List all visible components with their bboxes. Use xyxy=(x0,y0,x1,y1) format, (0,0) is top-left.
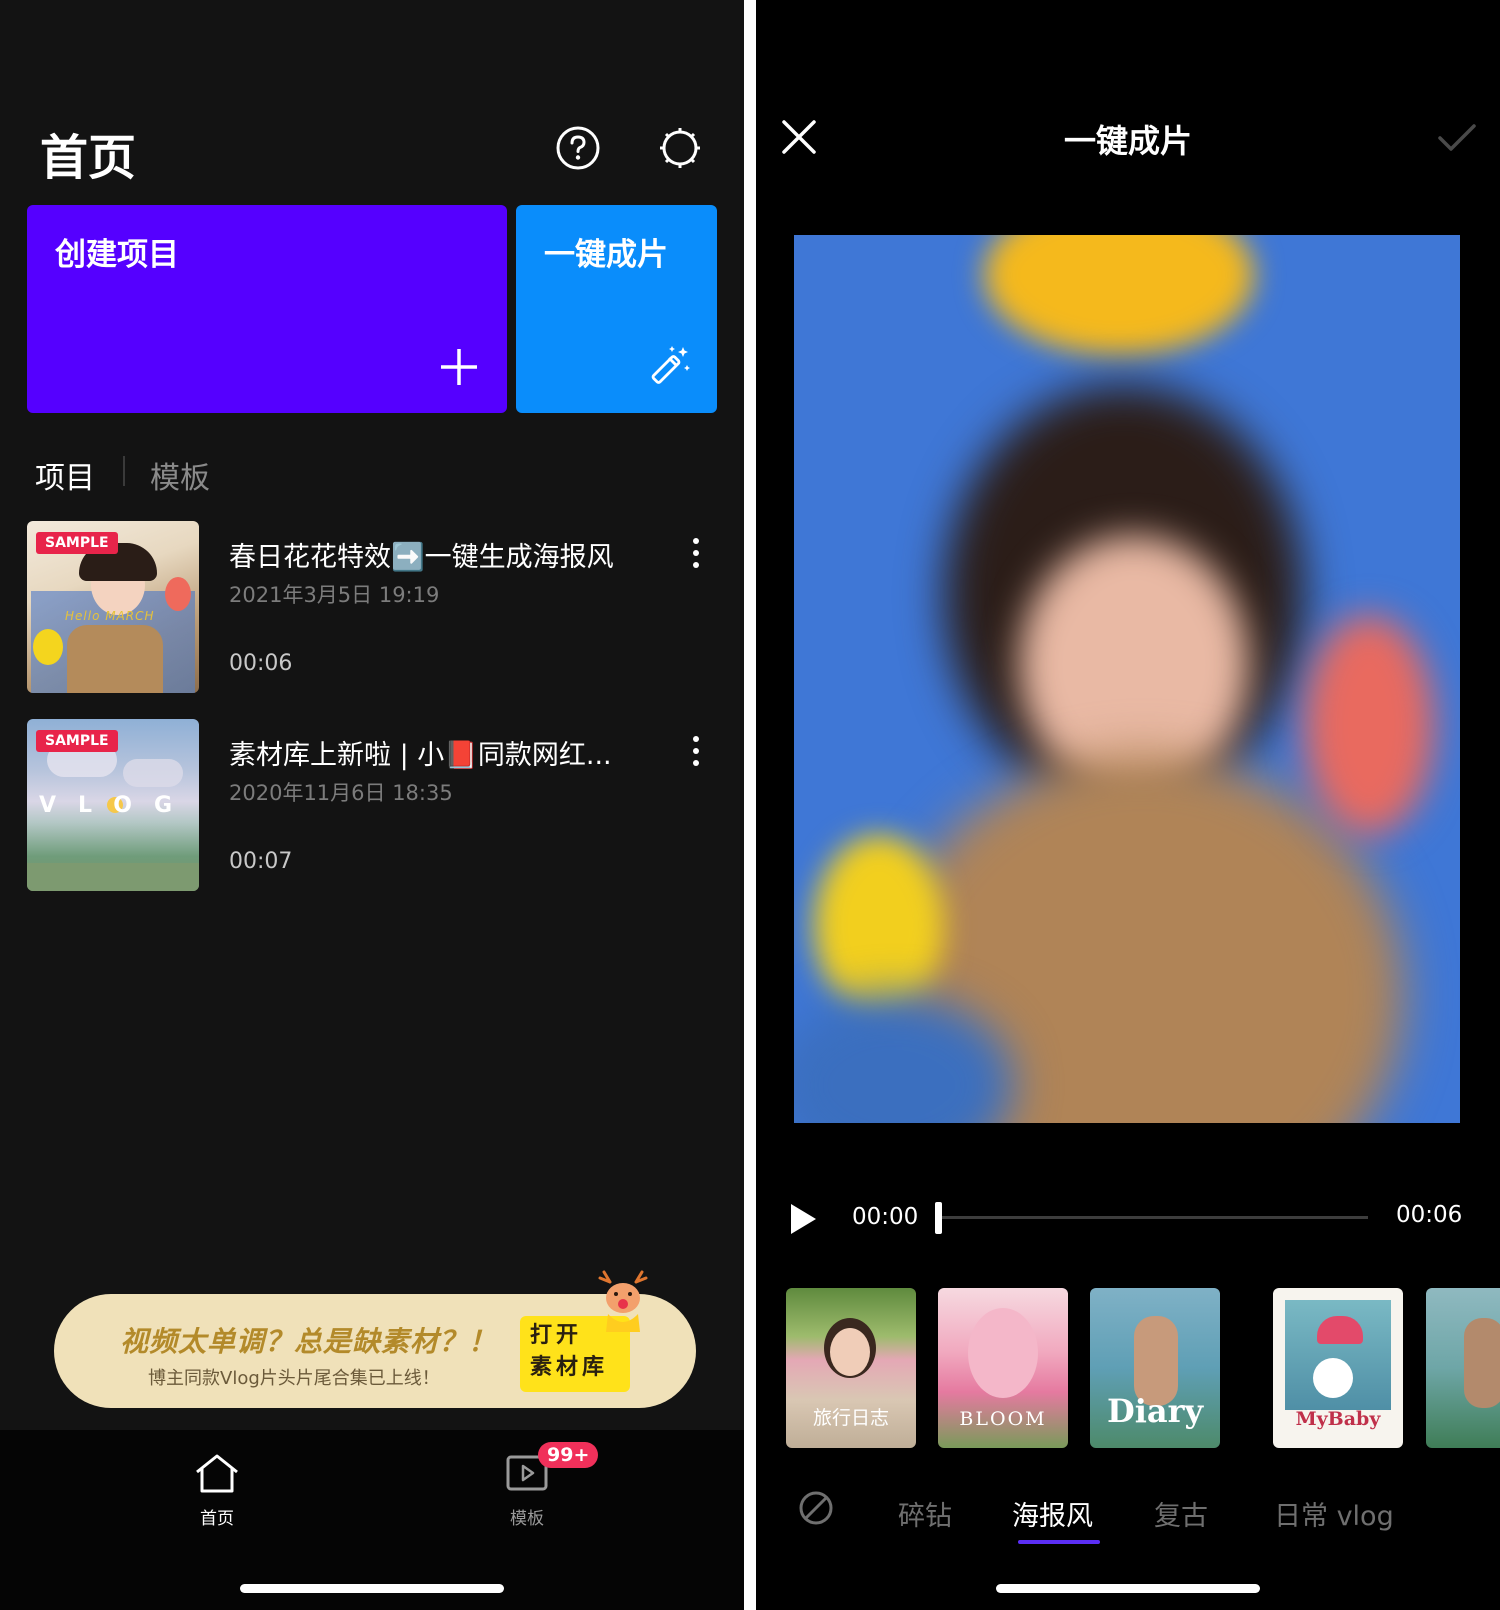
page-title: 首页 xyxy=(40,130,137,186)
template-thumb[interactable] xyxy=(1426,1288,1500,1448)
editor-title: 一键成片 xyxy=(1063,122,1192,160)
total-time: 00:06 xyxy=(1396,1202,1463,1228)
video-preview[interactable] xyxy=(794,235,1460,1123)
quick-create-label: 一键成片 xyxy=(544,237,668,273)
sample-badge: SAMPLE xyxy=(36,532,118,554)
bottom-nav: 首页 模板 99+ xyxy=(0,1430,744,1610)
nav-templates-label: 模板 xyxy=(510,1509,544,1529)
project-row[interactable]: Hello MARCH SAMPLE 春日花花特效➡️一键生成海报风 2021年… xyxy=(0,521,744,693)
portrait-face xyxy=(830,1328,870,1376)
template-caption: MyBaby xyxy=(1295,1408,1381,1430)
tab-sparkle[interactable]: 碎钻 xyxy=(898,1494,952,1533)
template-thumb[interactable]: BLOOM xyxy=(938,1288,1068,1448)
more-options-icon[interactable] xyxy=(686,538,706,574)
thumb-caption: VLOG xyxy=(39,793,195,818)
progress-knob[interactable] xyxy=(935,1202,942,1234)
project-thumbnail: VLOG SAMPLE xyxy=(27,719,199,891)
progress-track[interactable] xyxy=(937,1216,1368,1219)
tulip-shape xyxy=(968,1308,1038,1398)
current-time: 00:00 xyxy=(852,1204,919,1230)
dog-shape xyxy=(1313,1358,1353,1398)
yellow-tulip-blur xyxy=(814,835,944,1015)
tab-poster[interactable]: 海报风 xyxy=(1012,1494,1093,1533)
figure-shape xyxy=(1464,1318,1500,1408)
more-options-icon[interactable] xyxy=(686,736,706,772)
banner-subline: 博主同款Vlog片头片尾合集已上线！ xyxy=(148,1368,440,1389)
tab-templates[interactable]: 模板 xyxy=(150,453,210,497)
template-caption: 旅行日志 xyxy=(812,1407,889,1429)
notification-badge: 99+ xyxy=(538,1442,599,1468)
cap-shape xyxy=(1317,1316,1363,1344)
yellow-tulip xyxy=(33,629,63,665)
thumb-caption: Hello MARCH xyxy=(65,609,155,623)
template-thumb[interactable]: Diary xyxy=(1090,1288,1220,1448)
grass-field xyxy=(27,863,199,891)
project-date: 2021年3月5日 19:19 xyxy=(229,583,440,607)
tab-divider xyxy=(123,456,125,486)
project-thumbnail: Hello MARCH SAMPLE xyxy=(27,521,199,693)
red-tulip-blur xyxy=(1304,615,1434,835)
template-caption: BLOOM xyxy=(959,1408,1047,1430)
template-thumb[interactable]: 旅行日志 xyxy=(786,1288,916,1448)
nav-home-label: 首页 xyxy=(200,1509,234,1529)
red-tulip xyxy=(165,577,191,611)
play-icon[interactable] xyxy=(788,1202,818,1236)
editor-screen: 一键成片 00:00 00:06 旅行日志 BLOOM Diary MyBaby xyxy=(756,0,1500,1610)
help-circle-icon[interactable] xyxy=(554,124,602,172)
project-duration: 00:06 xyxy=(229,651,293,676)
project-row[interactable]: VLOG SAMPLE 素材库上新啦 | 小📕同款网红... 2020年11月6… xyxy=(0,719,744,891)
project-title: 春日花花特效➡️一键生成海报风 xyxy=(229,542,614,573)
home-screen: 首页 创建项目 一键成片 项目 模板 Hello MARCH SAMPLE 春日… xyxy=(0,0,744,1610)
open-library-line2: 素材库 xyxy=(530,1355,609,1380)
tab-retro[interactable]: 复古 xyxy=(1154,1494,1208,1533)
active-tab-indicator xyxy=(1018,1540,1100,1544)
flower-blur xyxy=(984,235,1254,355)
home-indicator xyxy=(996,1584,1260,1593)
quick-create-button[interactable]: 一键成片 xyxy=(516,205,717,413)
create-project-button[interactable]: 创建项目 xyxy=(27,205,507,413)
banner-headline: 视频太单调？总是缺素材？！ xyxy=(120,1325,498,1358)
project-duration: 00:07 xyxy=(229,849,293,874)
portrait-coat xyxy=(67,625,163,693)
project-date: 2020年11月6日 18:35 xyxy=(229,781,453,805)
check-icon[interactable] xyxy=(1436,120,1478,156)
deer-mascot-icon xyxy=(598,1270,648,1332)
nav-home[interactable]: 首页 xyxy=(190,1452,244,1529)
gear-icon[interactable] xyxy=(656,124,704,172)
template-caption: Diary xyxy=(1106,1392,1204,1430)
plus-icon xyxy=(441,349,477,385)
magic-wand-icon xyxy=(651,346,690,384)
cloud-shape xyxy=(123,759,183,787)
project-title: 素材库上新啦 | 小📕同款网红... xyxy=(229,740,612,771)
sample-badge: SAMPLE xyxy=(36,730,118,752)
tab-projects[interactable]: 项目 xyxy=(35,453,95,497)
template-thumb[interactable]: MyBaby xyxy=(1273,1288,1403,1448)
style-tabs: 碎钻 海报风 复古 日常 vlog xyxy=(756,1488,1500,1538)
create-project-label: 创建项目 xyxy=(55,237,179,273)
tab-daily-vlog[interactable]: 日常 vlog xyxy=(1274,1494,1394,1533)
home-indicator xyxy=(240,1584,504,1593)
home-icon xyxy=(196,1454,238,1493)
